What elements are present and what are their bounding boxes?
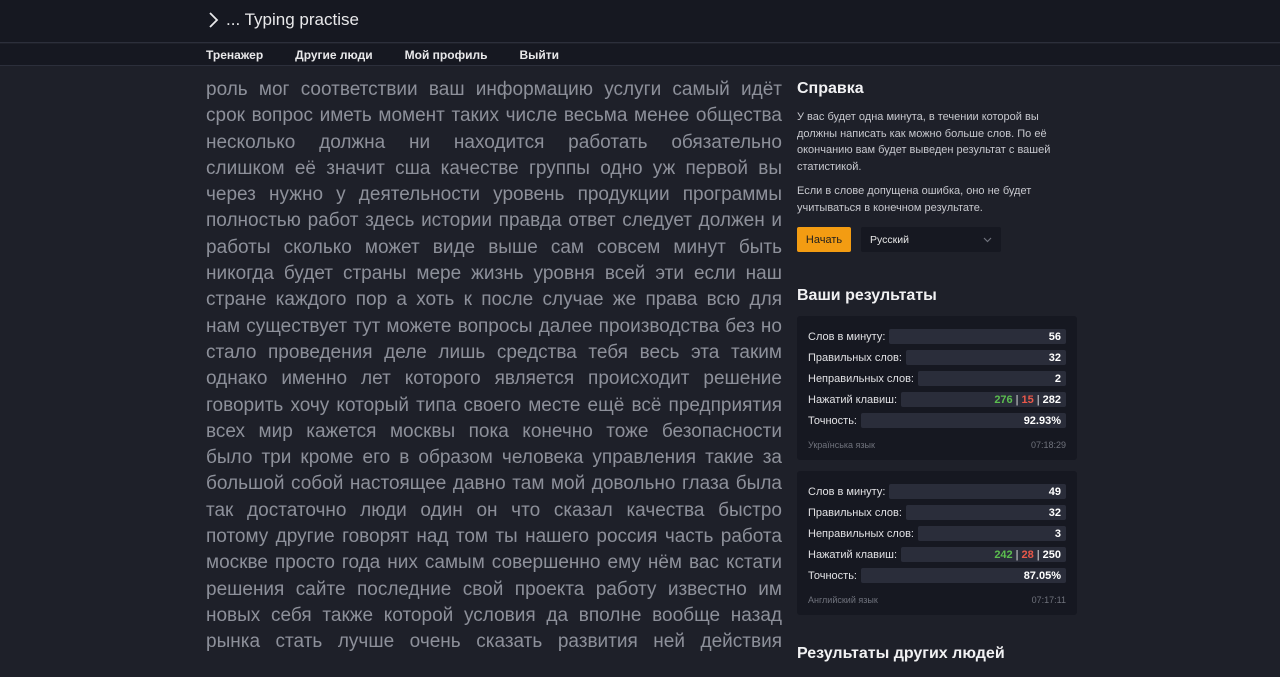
others-results-title: Результаты других людей	[797, 645, 1005, 662]
language-select[interactable]: Русский	[861, 227, 1001, 252]
text-line: несколько должна ни находится работать о…	[206, 131, 782, 153]
keys-bad: 15	[1021, 393, 1034, 406]
stat-value-wpm: 56	[889, 329, 1066, 344]
result-card: Слов в минуту: 49 Правильных слов: 32 Не…	[797, 471, 1077, 615]
help-title: Справка	[797, 80, 864, 97]
stat-row-keys: Нажатий клавиш: 242 | 28 | 250	[808, 544, 1066, 565]
result-footer: Английский язык 07:17:11	[808, 595, 1066, 605]
keys-separator: |	[1015, 548, 1019, 561]
text-line: говорить хочу который типа своего месте …	[206, 394, 782, 416]
results-title: Ваши результаты	[797, 287, 937, 304]
result-language: Английский язык	[808, 595, 878, 605]
keys-ok: 276	[994, 393, 1013, 406]
stat-row-wrong: Неправильных слов: 2	[808, 368, 1066, 389]
app-title: ... Typing practise	[226, 10, 359, 29]
keys-ok: 242	[994, 548, 1013, 561]
stat-row-correct: Правильных слов: 32	[808, 347, 1066, 368]
practice-text[interactable]: роль мог соответствии ваш информацию усл…	[206, 77, 782, 677]
text-line: стало проведения деле лишь средства тебя…	[206, 341, 782, 363]
stat-value-accuracy: 92.93%	[860, 413, 1066, 428]
text-line: через нужно у деятельности уровень проду…	[206, 184, 782, 206]
stat-row-wpm: Слов в минуту: 56	[808, 326, 1066, 347]
text-line: рынка стать лучше очень сказать развития…	[206, 631, 782, 653]
chevron-right-icon	[209, 12, 219, 28]
stat-row-correct: Правильных слов: 32	[808, 502, 1066, 523]
stat-value-keys: 276 | 15 | 282	[901, 392, 1066, 407]
stat-row-wrong: Неправильных слов: 3	[808, 523, 1066, 544]
stat-label: Неправильных слов:	[808, 527, 914, 540]
stat-value-keys: 242 | 28 | 250	[901, 547, 1066, 562]
text-line: слишком её значит сша качестве группы од…	[206, 157, 782, 179]
stat-value-correct: 32	[905, 505, 1066, 520]
text-line: роль мог соответствии ваш информацию усл…	[206, 79, 782, 100]
text-line: работы сколько может виде выше сам совсе…	[206, 236, 782, 258]
stat-value-wpm: 49	[889, 484, 1066, 499]
text-line: всех мир кажется москвы пока конечно тож…	[206, 420, 782, 442]
stat-value-wrong: 2	[918, 371, 1066, 386]
stat-value-correct: 32	[905, 350, 1066, 365]
stat-label: Нажатий клавиш:	[808, 393, 898, 406]
stat-label: Слов в минуту:	[808, 330, 886, 343]
text-line: было три кроме его в образом человека уп…	[206, 447, 782, 469]
stat-row-keys: Нажатий клавиш: 276 | 15 | 282	[808, 389, 1066, 410]
nav-item-logout[interactable]: Выйти	[519, 48, 559, 62]
text-line: стране каждого пор а хоть к после случае…	[206, 289, 782, 311]
start-button[interactable]: Начать	[797, 227, 851, 252]
result-time: 07:18:29	[1030, 440, 1066, 450]
text-line: решения сайте последние свой проекта раб…	[206, 578, 782, 600]
controls: Начать Русский	[797, 227, 1077, 252]
keys-separator: |	[1015, 393, 1019, 406]
text-line: большой собой настоящее давно там мой до…	[206, 473, 782, 495]
stat-row-accuracy: Точность: 87.05%	[808, 565, 1066, 586]
keys-separator: |	[1036, 393, 1040, 406]
keys-total: 282	[1042, 393, 1061, 406]
stat-label: Правильных слов:	[808, 506, 902, 519]
help-section: Справка У вас будет одна минута, в течен…	[797, 80, 1077, 252]
sidebar: Справка У вас будет одна минута, в течен…	[797, 80, 1077, 615]
stat-label: Правильных слов:	[808, 351, 902, 364]
nav-item-trainer[interactable]: Тренажер	[206, 48, 263, 62]
stat-label: Неправильных слов:	[808, 372, 914, 385]
help-text-2: Если в слове допущена ошибка, оно не буд…	[797, 185, 1032, 214]
text-line: полностью работ здесь истории правда отв…	[206, 210, 782, 232]
app-brand[interactable]: ... Typing practise	[206, 10, 359, 30]
text-line: никогда будет страны мере жизнь уровня в…	[206, 263, 782, 285]
text-line: однако именно лет которого является прои…	[206, 368, 782, 390]
language-select-value: Русский	[870, 233, 909, 246]
keys-separator: |	[1036, 548, 1040, 561]
nav-item-my-profile[interactable]: Мой профиль	[405, 48, 488, 62]
text-line: новых себя также которой условия да впол…	[206, 604, 782, 626]
keys-bad: 28	[1021, 548, 1034, 561]
result-footer: Українська язык 07:18:29	[808, 440, 1066, 450]
stat-label: Нажатий клавиш:	[808, 548, 898, 561]
main-nav: Тренажер Другие люди Мой профиль Выйти	[0, 44, 1280, 66]
text-line: москве просто года них самым совершенно …	[206, 552, 782, 574]
result-time: 07:17:11	[1031, 595, 1066, 605]
result-language: Українська язык	[808, 440, 875, 450]
stat-label: Слов в минуту:	[808, 485, 886, 498]
chevron-down-icon	[983, 237, 992, 242]
stat-label: Точность:	[808, 414, 857, 427]
text-line: срок вопрос иметь момент таких числе вес…	[206, 105, 782, 127]
top-bar: ... Typing practise	[0, 0, 1280, 43]
stat-row-wpm: Слов в минуту: 49	[808, 481, 1066, 502]
result-card: Слов в минуту: 56 Правильных слов: 32 Не…	[797, 316, 1077, 460]
keys-total: 250	[1042, 548, 1061, 561]
nav-item-other-people[interactable]: Другие люди	[295, 48, 372, 62]
text-line: так достаточно люди один он что сказал к…	[206, 499, 782, 521]
stat-label: Точность:	[808, 569, 857, 582]
help-text-1: У вас будет одна минута, в течении котор…	[797, 111, 1051, 173]
stat-value-accuracy: 87.05%	[860, 568, 1066, 583]
stat-value-wrong: 3	[918, 526, 1066, 541]
text-line: потому другие говорят над том ты нашего …	[206, 526, 782, 548]
stat-row-accuracy: Точность: 92.93%	[808, 410, 1066, 431]
text-line: нам существует тут можете вопросы далее …	[206, 315, 782, 337]
